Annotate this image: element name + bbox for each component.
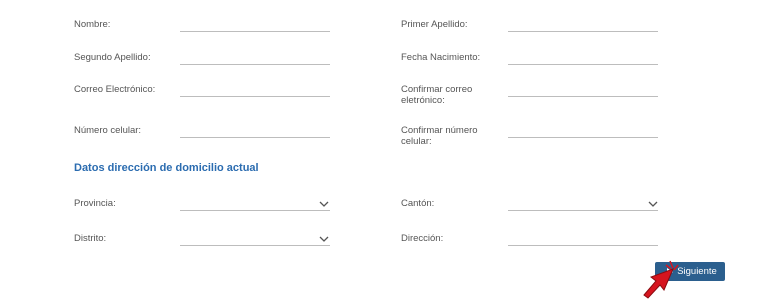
primer-apellido-field[interactable] [508,31,658,32]
chevron-down-icon[interactable] [319,235,329,243]
provincia-label: Provincia: [74,198,116,209]
segundo-apellido-label: Segundo Apellido: [74,52,151,63]
primer-apellido-label: Primer Apellido: [401,19,468,30]
direccion-label: Dirección: [401,233,444,244]
nombre-field[interactable] [180,31,330,32]
distrito-label: Distrito: [74,233,107,244]
fecha-nacimiento-label: Fecha Nacimiento: [401,52,481,63]
provincia-select[interactable] [180,210,330,211]
confirmar-correo-label-line1: Confirmar correo [401,84,473,95]
canton-select[interactable] [508,210,658,211]
confirmar-correo-field[interactable] [508,96,658,97]
confirmar-correo-label: Confirmar correo eletrónico: [401,84,472,106]
segundo-apellido-field[interactable] [180,64,330,65]
chevron-down-icon[interactable] [319,200,329,208]
celular-label: Número celular: [74,125,142,136]
fecha-nacimiento-field[interactable] [508,64,658,65]
distrito-select[interactable] [180,245,330,246]
chevron-down-icon[interactable] [648,200,658,208]
canton-label: Cantón: [401,198,435,209]
celular-field[interactable] [180,137,330,138]
confirmar-celular-field[interactable] [508,137,658,138]
confirmar-celular-label: Confirmar número celular: [401,125,478,147]
confirmar-correo-label-line2: eletrónico: [401,95,445,106]
confirmar-celular-label-line2: celular: [401,136,432,147]
nombre-label: Nombre: [74,19,111,30]
correo-label: Correo Electrónico: [74,84,156,95]
address-section-title: Datos dirección de domicilio actual [74,162,259,174]
direccion-field[interactable] [508,245,658,246]
correo-field[interactable] [180,96,330,97]
confirmar-celular-label-line1: Confirmar número [401,125,478,136]
mouse-cursor-icon [643,260,679,299]
